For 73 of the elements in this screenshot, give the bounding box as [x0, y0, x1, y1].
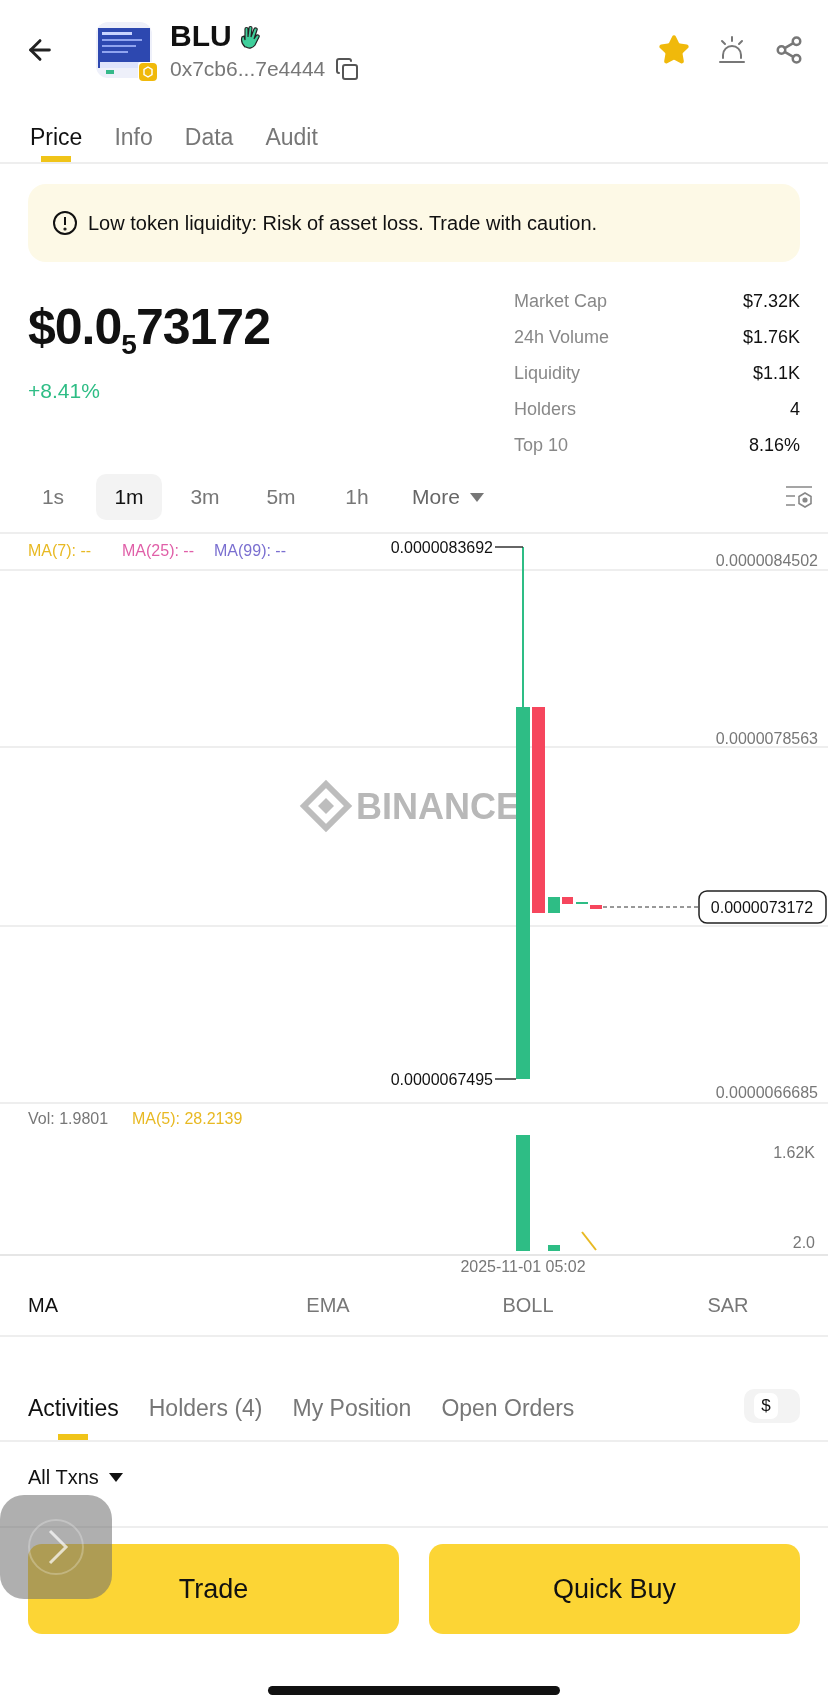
interval-tab[interactable]: 5m — [248, 474, 314, 520]
contract-address: 0x7cb6...7e4444 — [170, 57, 326, 81]
activity-tab[interactable]: Holders (4) — [148, 1377, 263, 1440]
caret-icon — [108, 1473, 123, 1482]
activity-tab[interactable]: My Position — [292, 1377, 412, 1440]
copy-icon[interactable] — [335, 57, 360, 81]
stat-value: $1.1K — [751, 362, 800, 385]
tab[interactable]: Info — [114, 100, 153, 162]
interval-tab[interactable]: 1s — [20, 474, 86, 520]
stat-label: Top 10 — [514, 434, 570, 457]
tab[interactable]: Price — [30, 100, 83, 162]
action-button[interactable]: Trade — [28, 1544, 399, 1634]
hand-icon — [239, 23, 262, 49]
axis-label: 0.0000078563 — [715, 730, 818, 747]
share-icon[interactable] — [774, 35, 804, 65]
candle — [562, 897, 573, 904]
leader-line — [494, 546, 524, 548]
interval-tab[interactable]: 3m — [172, 474, 238, 520]
filter-dropdown[interactable]: All Txns — [28, 1466, 123, 1489]
stat-value: 4 — [789, 398, 800, 421]
chart-watermark: BINANCE — [356, 786, 520, 827]
tab[interactable]: Audit — [265, 100, 318, 162]
volume-ma-line — [581, 1231, 597, 1251]
floating-assist-button[interactable] — [0, 1495, 112, 1599]
alarm-icon[interactable] — [716, 34, 748, 66]
star-icon[interactable] — [658, 34, 690, 66]
indicator-tab[interactable]: MA — [28, 1285, 228, 1325]
leader-line — [494, 1078, 517, 1080]
indicator-tab[interactable]: BOLL — [428, 1285, 628, 1325]
chevron-icon — [26, 1517, 86, 1577]
interval-tab[interactable]: 1m — [96, 474, 162, 520]
stat-value: $7.32K — [741, 290, 800, 313]
axis-label: 0.0000066685 — [715, 1084, 818, 1101]
currency-symbol: $ — [754, 1393, 778, 1419]
indicator-tab[interactable]: EMA — [228, 1285, 428, 1325]
diamond-logo-icon — [299, 779, 353, 833]
candle — [548, 897, 560, 913]
stat-label: Market Cap — [514, 290, 609, 313]
token-title: BLU — [170, 19, 232, 53]
indicator-legend: MA(25): -- — [122, 542, 194, 559]
volume-ma-reading: MA(5): 28.2139 — [132, 1110, 243, 1127]
axis-label: 0.0000084502 — [715, 552, 818, 569]
currency-toggle[interactable]: $ — [744, 1389, 800, 1423]
stat-label: 24h Volume — [514, 326, 611, 349]
indicator-tab[interactable]: SAR — [628, 1285, 828, 1325]
token-price: $0.0$_{5}$73172 — [28, 298, 270, 361]
axis-label: 2.0 — [792, 1234, 815, 1251]
stat-value: 8.16% — [747, 434, 800, 457]
last-price-label: 0.0000073172 — [710, 899, 814, 916]
axis-label: 1.62K — [773, 1144, 815, 1161]
low-price-label: 0.0000067495 — [390, 1071, 493, 1088]
warning-text: Low token liquidity: Risk of asset loss. Trade with caution. — [88, 211, 598, 235]
activity-tab[interactable]: Open Orders — [441, 1377, 575, 1440]
action-button[interactable]: Quick Buy — [429, 1544, 800, 1634]
stat-label: Liquidity — [514, 362, 582, 385]
chain-badge-icon — [138, 62, 158, 82]
volume-reading: Vol: 1.9801 — [28, 1110, 109, 1127]
tab[interactable]: Data — [184, 100, 234, 162]
stat-value: $1.76K — [741, 326, 800, 349]
indicator-legend: MA(7): -- — [28, 542, 92, 559]
caret-icon — [469, 492, 484, 502]
more-dropdown[interactable]: More — [406, 474, 490, 520]
candle — [590, 905, 602, 909]
volume-bar — [548, 1245, 560, 1251]
indicator-legend: MA(99): -- — [214, 542, 286, 559]
alert-icon — [52, 210, 78, 236]
price-change: +8.41% — [28, 379, 101, 403]
chart-settings-icon[interactable] — [784, 484, 814, 510]
interval-tab[interactable]: 1h — [324, 474, 390, 520]
high-price-label: 0.0000083692 — [390, 539, 493, 556]
stat-label: Holders — [514, 398, 578, 421]
activity-tab[interactable]: Activities — [28, 1377, 119, 1440]
time-label: 2025-11-01 05:02 — [460, 1258, 586, 1275]
